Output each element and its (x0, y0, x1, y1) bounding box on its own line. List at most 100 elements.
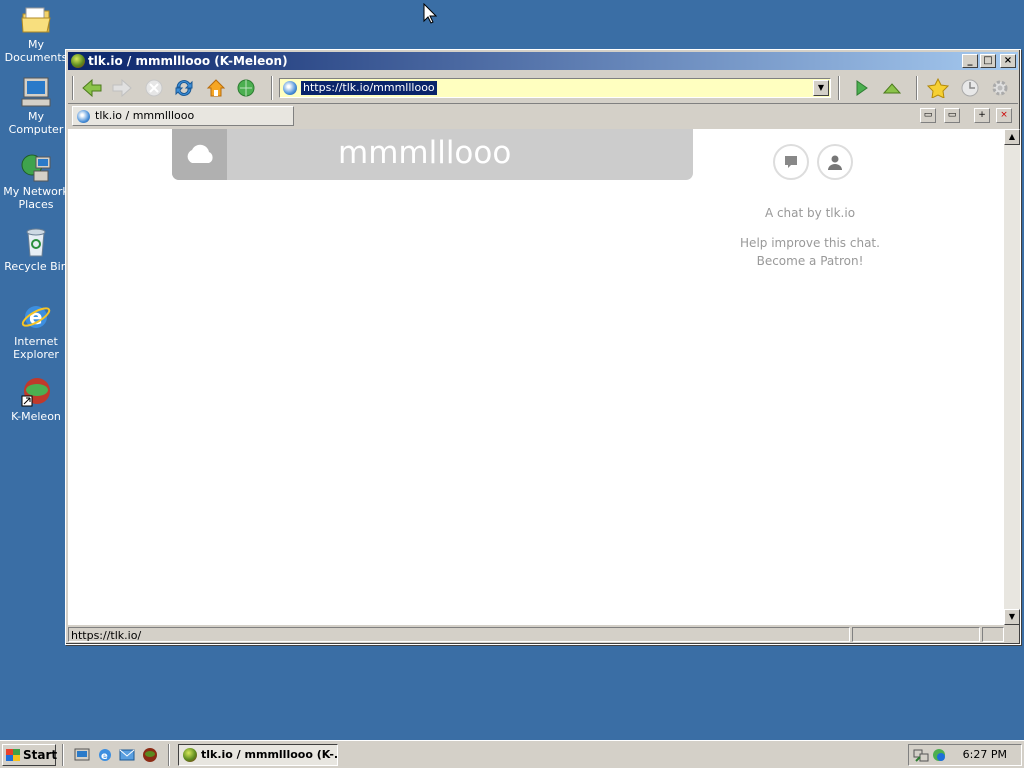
become-patron-link[interactable]: Become a Patron! (710, 252, 910, 270)
kmeleon-icon (71, 54, 85, 68)
toolbar-separator (72, 76, 74, 100)
user-button[interactable] (817, 144, 853, 180)
site-favicon-icon (77, 110, 90, 123)
status-security-icon (982, 627, 1004, 642)
taskbar: Start e tlk.io / mmmlllooo (K-... 6:27 P… (0, 740, 1024, 768)
cloud-icon (187, 144, 213, 163)
desktop-icon-k-meleon[interactable]: K-Meleon (0, 376, 72, 423)
desktop-icon-recycle-bin[interactable]: Recycle Bin (0, 226, 72, 273)
start-button[interactable]: Start (2, 744, 58, 766)
close-tab-button[interactable]: × (996, 108, 1012, 123)
kmeleon-icon (183, 748, 197, 762)
vertical-scrollbar[interactable]: ▲ ▼ (1004, 129, 1020, 625)
tab-label: tlk.io / mmmlllooo (95, 109, 195, 122)
page-content: mmmlllooo A chat by tlk.io Help improve … (68, 129, 1004, 625)
up-triangle-icon (882, 83, 902, 94)
back-arrow-icon (82, 79, 102, 97)
site-favicon-icon (283, 81, 297, 95)
forward-arrow-icon (112, 79, 132, 97)
clock-icon (961, 79, 979, 97)
desktop-icon-label: Internet Explorer (13, 335, 59, 361)
start-label: Start (23, 748, 58, 762)
taskbar-separator (62, 744, 64, 766)
star-icon (927, 78, 949, 98)
url-dropdown-button[interactable]: ▼ (813, 80, 829, 96)
network-icon (20, 151, 52, 183)
desktop-icon-label: My Documents (4, 38, 68, 64)
help-improve-text: Help improve this chat. (740, 236, 880, 250)
tab-layout-button-1[interactable]: ▭ (920, 108, 936, 123)
minimize-button[interactable]: _ (962, 54, 978, 68)
url-input[interactable]: https://tlk.io/mmmlllooo (301, 81, 437, 95)
status-progress (852, 627, 980, 642)
bookmarks-button[interactable] (926, 77, 950, 99)
go-home-page-button[interactable] (234, 77, 258, 99)
gear-icon (992, 80, 1008, 96)
svg-text:e: e (101, 751, 108, 762)
desktop-icon-my-network-places[interactable]: My Network Places (0, 151, 72, 211)
cloud-icon-cell[interactable] (172, 129, 227, 180)
back-button[interactable] (80, 77, 104, 99)
browser-window: tlk.io / mmmlllooo (K-Meleon) _ □ × http… (65, 49, 1021, 645)
settings-button[interactable] (988, 77, 1012, 99)
toolbar-separator (916, 76, 918, 100)
chat-button[interactable] (773, 144, 809, 180)
folder-icon (20, 4, 52, 36)
status-text: https://tlk.io/ (68, 627, 850, 642)
ie-icon: e (20, 301, 52, 333)
status-bar: https://tlk.io/ (68, 626, 1018, 643)
maximize-button[interactable]: □ (980, 54, 996, 68)
close-button[interactable]: × (1000, 54, 1016, 68)
go-button[interactable] (850, 77, 874, 99)
window-title: tlk.io / mmmlllooo (K-Meleon) (88, 54, 288, 68)
title-bar[interactable]: tlk.io / mmmlllooo (K-Meleon) _ □ × (68, 52, 1018, 70)
system-tray: 6:27 PM (908, 744, 1022, 766)
windows-logo-icon (6, 749, 20, 761)
url-bar[interactable]: https://tlk.io/mmmlllooo ▼ (279, 78, 831, 98)
ie-quicklaunch-icon[interactable]: e (97, 747, 113, 763)
reload-button[interactable] (172, 77, 196, 99)
history-button[interactable] (958, 77, 982, 99)
outlook-quicklaunch-icon[interactable] (119, 747, 135, 763)
play-icon (856, 80, 868, 96)
new-tab-button[interactable]: + (974, 108, 990, 123)
scroll-down-button[interactable]: ▼ (1004, 609, 1020, 625)
taskbar-window-button[interactable]: tlk.io / mmmlllooo (K-... (178, 744, 338, 766)
clock[interactable]: 6:27 PM (963, 748, 1007, 761)
home-icon (206, 79, 226, 97)
security-tray-icon (933, 749, 945, 761)
chat-by-link[interactable]: A chat by tlk.io (710, 204, 910, 222)
kmeleon-icon (20, 376, 52, 408)
desktop-icon-label: My Computer (8, 110, 64, 136)
stop-icon (145, 79, 163, 97)
home-button[interactable] (204, 77, 228, 99)
room-name: mmmlllooo (338, 135, 512, 171)
desktop-icon-my-computer[interactable]: My Computer (0, 76, 72, 136)
scroll-up-button[interactable]: ▲ (1004, 129, 1020, 145)
desktop-icon-label: My Network Places (3, 185, 69, 211)
desktop-icon-internet-explorer[interactable]: e Internet Explorer (0, 301, 72, 361)
up-button[interactable] (880, 77, 904, 99)
kmeleon-quicklaunch-icon[interactable] (142, 747, 158, 763)
navigation-toolbar: https://tlk.io/mmmlllooo ▼ (68, 72, 1018, 104)
toolbar-separator (271, 76, 273, 100)
reload-icon (175, 80, 193, 96)
toolbar-separator (838, 76, 840, 100)
computer-icon (20, 76, 52, 108)
taskbar-separator (168, 744, 170, 766)
stop-button[interactable] (142, 77, 166, 99)
tab-tlk-io[interactable]: tlk.io / mmmlllooo (72, 106, 294, 126)
globe-icon (237, 79, 255, 97)
desktop-icon-label: Recycle Bin (4, 260, 68, 273)
chat-header: mmmlllooo (172, 129, 693, 180)
desktop-icon-label: K-Meleon (11, 410, 61, 423)
user-icon (828, 155, 842, 170)
taskbar-window-label: tlk.io / mmmlllooo (K-... (201, 748, 338, 761)
recycle-bin-icon (20, 226, 52, 258)
tab-layout-button-2[interactable]: ▭ (944, 108, 960, 123)
forward-button[interactable] (110, 77, 134, 99)
tab-bar: tlk.io / mmmlllooo ▭ ▭ + × (68, 105, 1018, 127)
desktop-icon-my-documents[interactable]: My Documents (0, 4, 72, 64)
show-desktop-icon[interactable] (74, 747, 90, 763)
mouse-cursor-icon (423, 3, 437, 24)
